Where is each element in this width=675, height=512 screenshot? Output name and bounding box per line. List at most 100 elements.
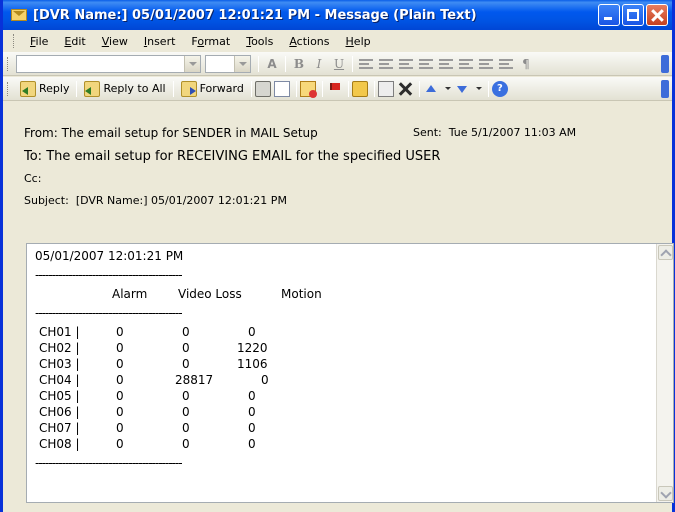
separator-line: ----------------------------------------… [35, 306, 183, 320]
subject-line: Subject: [DVR Name:] 05/01/2007 12:01:21… [24, 194, 287, 207]
from-value[interactable]: The email setup for SENDER in MAIL Setup [62, 126, 318, 140]
horizontal-line-icon[interactable] [499, 58, 513, 69]
menu-view[interactable]: View [94, 35, 136, 48]
align-left-icon[interactable] [359, 58, 373, 69]
vertical-scrollbar[interactable] [656, 244, 673, 502]
toolbar-separator [295, 80, 297, 97]
cc-line: Cc: [24, 172, 41, 185]
underline-button[interactable]: U [329, 55, 349, 73]
table-row: CH01 | 0 0 0 [39, 325, 256, 339]
toolbar-separator [258, 55, 259, 72]
previous-item-icon[interactable] [423, 81, 439, 97]
column-motion: Motion [281, 287, 322, 301]
flag-icon[interactable] [326, 81, 342, 97]
chevron-down-icon[interactable] [444, 87, 451, 90]
body-content: 05/01/2007 12:01:21 PM -----------------… [35, 248, 322, 471]
find-icon[interactable] [377, 80, 394, 97]
paragraph-icon[interactable]: ¶ [516, 55, 536, 73]
print-icon[interactable] [254, 80, 271, 97]
toolbar-separator [76, 80, 78, 97]
chevron-down-icon[interactable] [234, 55, 250, 72]
table-row: CH03 | 0 0 1106 [39, 357, 268, 371]
to-label: To: [24, 149, 43, 164]
minimize-icon [599, 5, 619, 25]
delete-icon[interactable] [397, 81, 413, 97]
reply-button[interactable]: Reply [16, 79, 73, 99]
column-alarm: Alarm [112, 287, 148, 301]
decrease-indent-icon[interactable] [459, 58, 473, 69]
subject-label: Subject: [24, 194, 69, 207]
numbered-list-icon[interactable] [419, 58, 433, 69]
message-header: From: The email setup for SENDER in MAIL… [3, 102, 672, 242]
toolbar-separator [418, 80, 420, 97]
toolbar-separator [347, 80, 349, 97]
column-headers: Alarm Video Loss Motion [35, 286, 322, 302]
from-line: From: The email setup for SENDER in MAIL… [24, 126, 318, 140]
scroll-up-icon[interactable] [658, 245, 673, 260]
menu-help[interactable]: Help [338, 35, 379, 48]
forward-icon [180, 80, 197, 97]
font-size-combo[interactable] [205, 54, 251, 73]
close-button[interactable] [646, 4, 668, 26]
table-row: CH04 | 0 28817 0 [39, 373, 269, 387]
chevron-down-icon[interactable] [184, 55, 200, 72]
menu-actions[interactable]: Actions [281, 35, 337, 48]
to-line: To: The email setup for RECEIVING EMAIL … [24, 149, 440, 164]
menu-insert[interactable]: Insert [136, 35, 184, 48]
title-bar[interactable]: [DVR Name:] 05/01/2007 12:01:21 PM - Mes… [3, 0, 672, 30]
table-row: CH02 | 0 0 1220 [39, 341, 268, 355]
toolbar-separator [487, 80, 489, 97]
menu-tools[interactable]: Tools [238, 35, 281, 48]
chevron-down-icon[interactable] [475, 87, 482, 90]
maximize-icon [623, 5, 643, 25]
scroll-down-icon[interactable] [658, 486, 673, 501]
reply-all-button[interactable]: Reply to All [80, 79, 169, 99]
message-window: [DVR Name:] 05/01/2007 12:01:21 PM - Mes… [0, 0, 675, 512]
subject-value: [DVR Name:] 05/01/2007 12:01:21 PM [75, 194, 287, 207]
italic-button[interactable]: I [309, 55, 329, 73]
window-controls [598, 4, 668, 26]
bullet-list-icon[interactable] [439, 58, 453, 69]
next-item-icon[interactable] [454, 81, 470, 97]
bold-button[interactable]: B [289, 55, 309, 73]
menu-file[interactable]: File [22, 35, 56, 48]
move-to-folder-icon[interactable] [351, 80, 368, 97]
table-row: CH05 | 0 0 0 [39, 389, 256, 403]
forward-button[interactable]: Forward [177, 79, 248, 99]
separator-line: ----------------------------------------… [35, 268, 183, 282]
to-value[interactable]: The email setup for RECEIVING EMAIL for … [46, 149, 440, 164]
toolbar-separator [250, 80, 252, 97]
separator-line: ----------------------------------------… [35, 456, 183, 470]
mark-unread-icon[interactable] [299, 80, 317, 98]
align-center-icon[interactable] [379, 58, 393, 69]
table-row: CH08 | 0 0 0 [39, 437, 256, 451]
copy-icon[interactable] [273, 80, 290, 97]
menu-grip[interactable] [13, 34, 16, 48]
toolbar-options-icon[interactable] [661, 79, 669, 98]
toolbar-separator [285, 55, 286, 72]
close-icon [647, 5, 667, 25]
sent-value: Tue 5/1/2007 11:03 AM [448, 126, 577, 139]
minimize-button[interactable] [598, 4, 620, 26]
reply-icon [20, 80, 36, 97]
menu-file-rest: ile [35, 34, 49, 48]
table-row: CH06 | 0 0 0 [39, 405, 256, 419]
sent-label: Sent: [413, 126, 442, 139]
maximize-button[interactable] [622, 4, 644, 26]
window-title: [DVR Name:] 05/01/2007 12:01:21 PM - Mes… [33, 7, 477, 23]
menu-format[interactable]: Format [183, 35, 238, 48]
reply-all-icon [84, 80, 101, 97]
toolbar-separator [172, 80, 174, 97]
menu-edit[interactable]: Edit [56, 35, 93, 48]
standard-toolbar: Reply Reply to All Forward ? [3, 77, 672, 101]
toolbar-grip[interactable] [7, 81, 10, 96]
message-body[interactable]: 05/01/2007 12:01:21 PM -----------------… [26, 243, 674, 503]
toolbar-options-icon[interactable] [661, 54, 669, 73]
align-right-icon[interactable] [399, 58, 413, 69]
toolbar-grip[interactable] [7, 56, 10, 71]
increase-indent-icon[interactable] [479, 58, 493, 69]
help-icon[interactable]: ? [491, 80, 508, 97]
column-video-loss: Video Loss [178, 287, 242, 301]
font-color-button[interactable]: A [262, 55, 282, 73]
font-name-combo[interactable] [16, 54, 201, 73]
